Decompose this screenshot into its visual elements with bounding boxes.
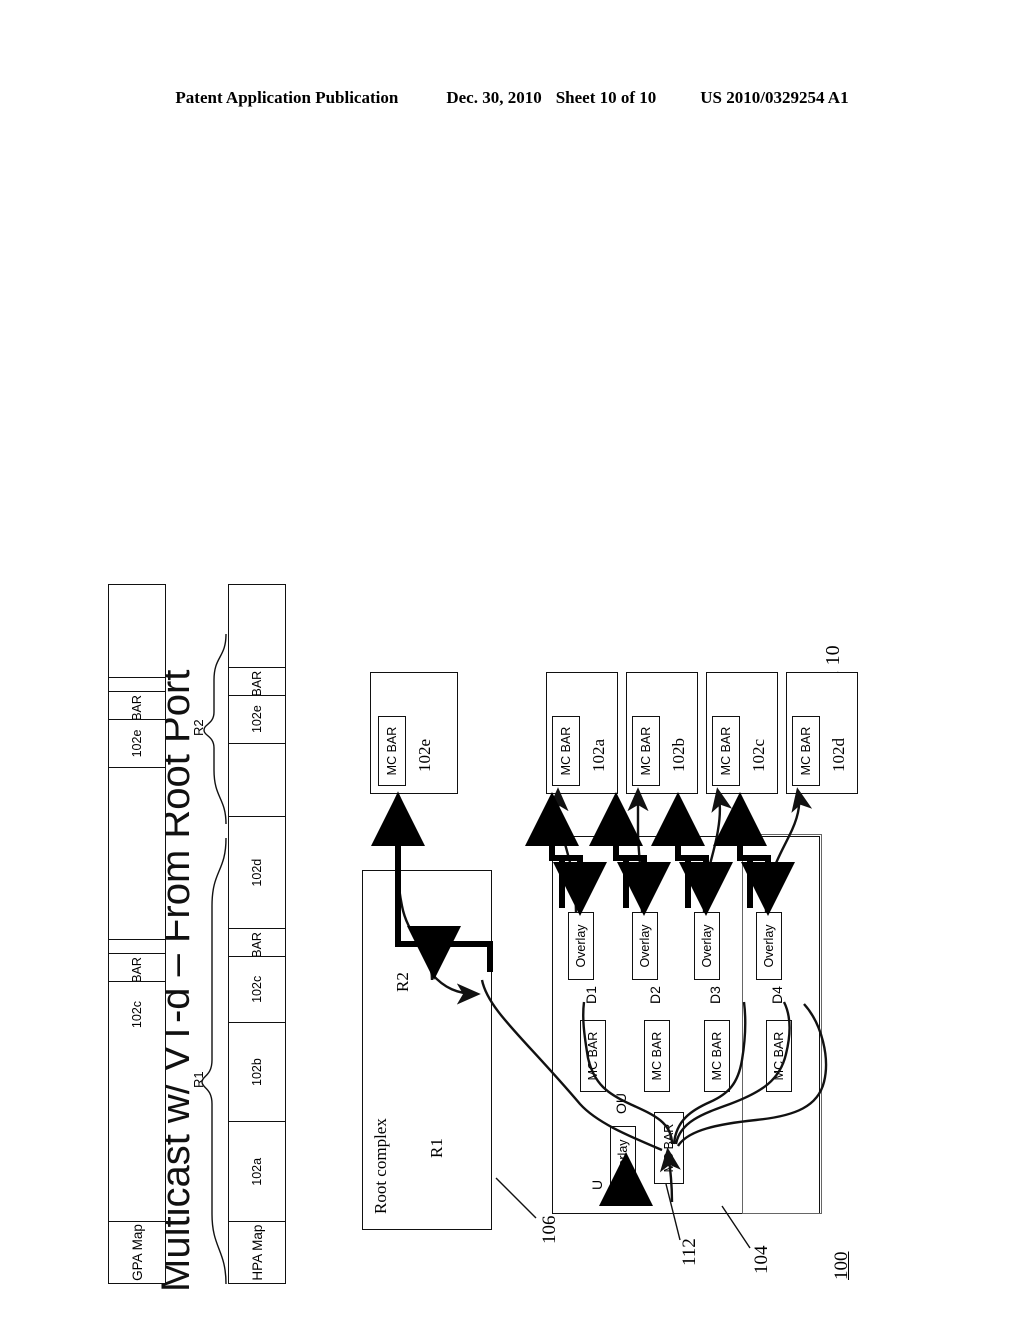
figure-connectors: [201, 633, 828, 1285]
pub-header-date: Dec. 30, 2010: [446, 88, 542, 107]
pub-header-sheet: Sheet 10 of 10: [555, 88, 657, 107]
publication-header: Patent Application Publication Dec. 30, …: [0, 88, 1024, 108]
pub-header-number: US 2010/0329254 A1: [700, 88, 849, 107]
figure-canvas: Multicast w/ VT-d – From Root Port Fig. …: [108, 210, 892, 1310]
pub-header-left: Patent Application Publication: [175, 88, 399, 107]
